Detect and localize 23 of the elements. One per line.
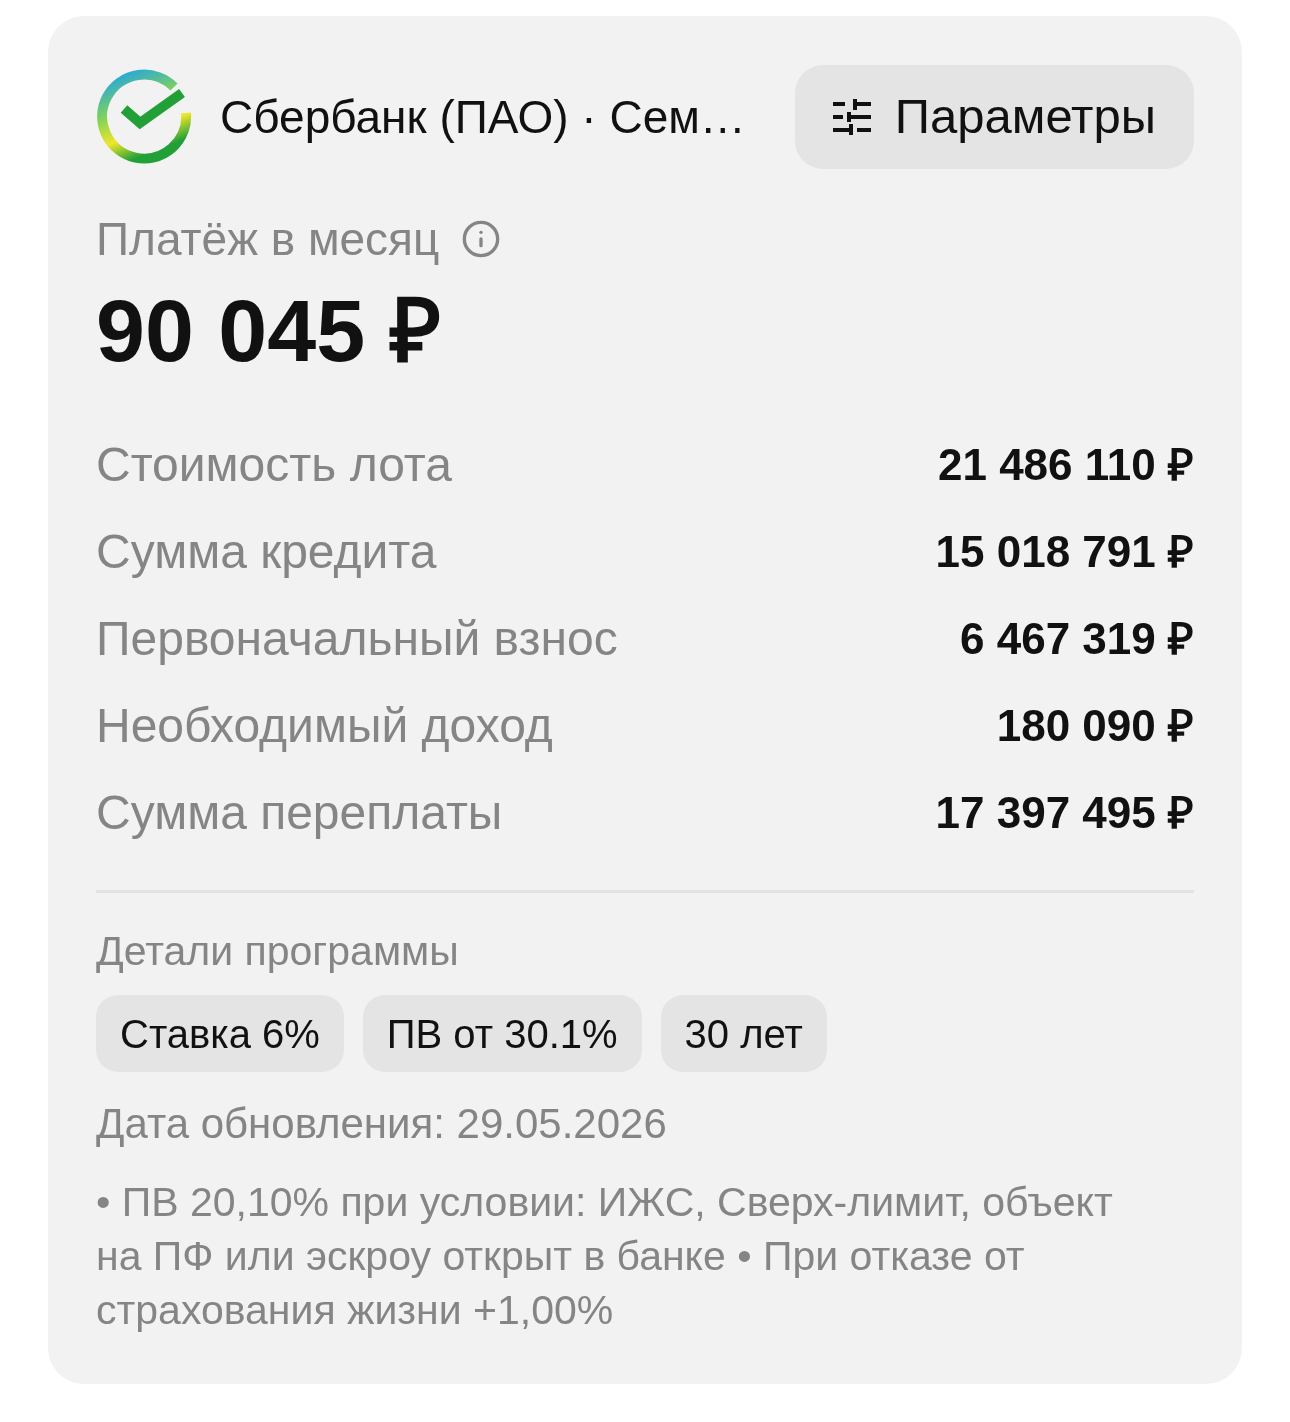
detail-value: 17 397 495 ₽ [935,786,1194,839]
detail-value: 15 018 791 ₽ [935,525,1194,578]
program-tag: ПВ от 30.1% [362,995,642,1072]
info-icon[interactable] [461,219,502,259]
check-ring-logo-icon [96,69,192,165]
program-tag: 30 лет [660,995,827,1072]
detail-value: 21 486 110 ₽ [938,438,1194,491]
detail-value: 180 090 ₽ [996,699,1194,752]
detail-value: 6 467 319 ₽ [960,612,1194,665]
detail-label: Необходимый доход [96,697,553,754]
program-title: Детали программы [96,928,459,974]
payment-label: Платёж в месяц [96,213,440,265]
update-date: Дата обновления: 29.05.2026 [96,1101,667,1147]
bank-title: Сбербанк (ПАО) · Сем… [220,89,746,145]
detail-label: Стоимость лота [96,436,452,493]
program-tag: Ставка 6% [96,995,344,1072]
detail-label: Сумма кредита [96,523,437,580]
detail-label: Сумма переплаты [96,784,503,841]
sliders-icon [832,99,871,135]
parameters-button[interactable]: Параметры [794,65,1194,169]
detail-label: Первоначальный взнос [96,610,618,667]
payment-amount: 90 045 ₽ [96,285,441,377]
note-text: • ПВ 20,10% при условии: ИЖС, Сверх-лимит, объект на ПФ или эскроу открыт в банке • При отказе от страхования жизни +1,00% [96,1178,1114,1335]
